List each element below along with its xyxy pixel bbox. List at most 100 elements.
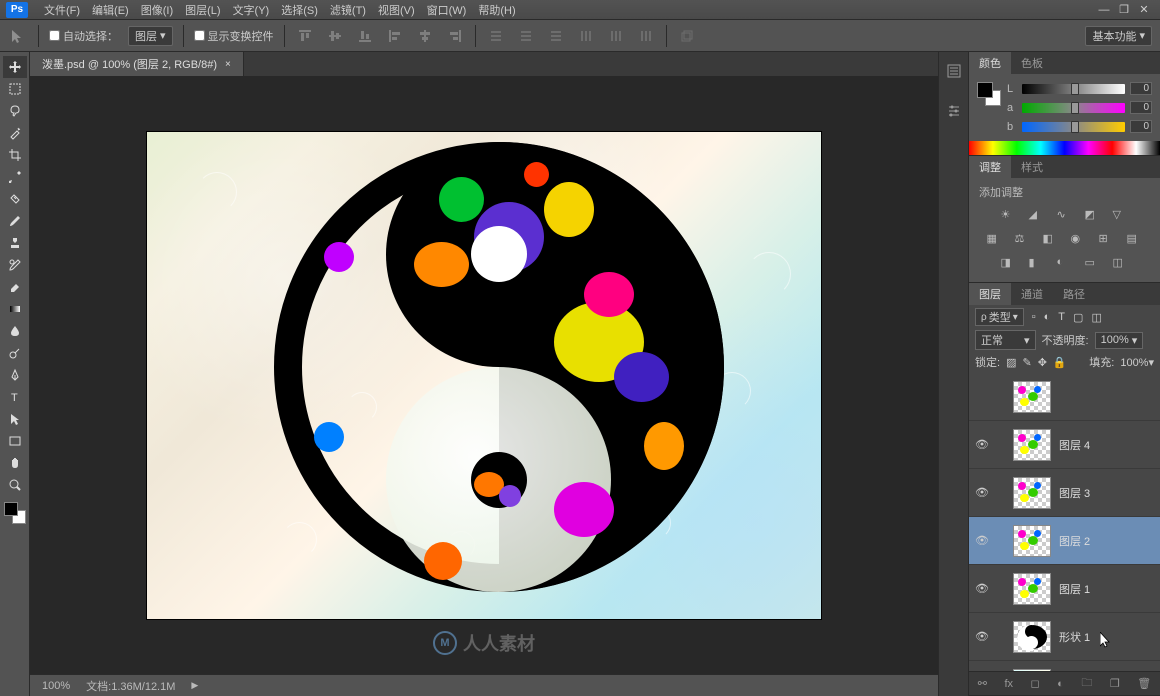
- menu-file[interactable]: 文件(F): [38, 0, 86, 20]
- color-tab[interactable]: 颜色: [969, 52, 1011, 74]
- adjustments-tab[interactable]: 调整: [969, 156, 1011, 178]
- layer-thumbnail[interactable]: [1013, 621, 1051, 653]
- channels-tab[interactable]: 通道: [1011, 283, 1053, 305]
- text-tool[interactable]: T: [3, 386, 27, 408]
- vibrance-icon[interactable]: ▽: [1113, 208, 1129, 224]
- layer-fx-icon[interactable]: fx: [1004, 678, 1013, 690]
- canvas-viewport[interactable]: M 人人素材: [30, 76, 938, 674]
- window-close-button[interactable]: ✕: [1134, 1, 1154, 18]
- eyedropper-tool[interactable]: [3, 166, 27, 188]
- wand-tool[interactable]: [3, 122, 27, 144]
- bw-icon[interactable]: ◧: [1043, 232, 1059, 248]
- menu-view[interactable]: 视图(V): [372, 0, 421, 20]
- history-panel-icon[interactable]: [943, 60, 965, 82]
- align-hcenter-icon[interactable]: [415, 26, 435, 46]
- new-layer-icon[interactable]: ❐: [1110, 677, 1120, 690]
- move-tool[interactable]: [3, 56, 27, 78]
- window-minimize-button[interactable]: —: [1094, 2, 1114, 18]
- properties-panel-icon[interactable]: [943, 100, 965, 122]
- distribute-bottom-icon[interactable]: [546, 26, 566, 46]
- styles-tab[interactable]: 样式: [1011, 156, 1053, 178]
- selective-color-icon[interactable]: ◫: [1113, 256, 1129, 272]
- layer-row[interactable]: 👁形状 1: [969, 613, 1160, 661]
- color-spectrum[interactable]: [969, 141, 1160, 155]
- layer-visibility-icon[interactable]: 👁: [973, 582, 991, 595]
- lock-all-icon[interactable]: 🔒: [1053, 356, 1067, 369]
- layer-filter-kind[interactable]: ρ 类型 ▾: [975, 308, 1024, 326]
- menu-image[interactable]: 图像(I): [135, 0, 179, 20]
- colorlookup-icon[interactable]: ▤: [1127, 232, 1143, 248]
- lock-transparency-icon[interactable]: ▨: [1006, 356, 1016, 369]
- distribute-left-icon[interactable]: [576, 26, 596, 46]
- align-right-icon[interactable]: [445, 26, 465, 46]
- lasso-tool[interactable]: [3, 100, 27, 122]
- filter-adjust-icon[interactable]: ◐: [1044, 311, 1051, 323]
- fill-input[interactable]: 100%▾: [1120, 356, 1154, 369]
- close-document-icon[interactable]: ×: [225, 59, 231, 70]
- blend-mode-dropdown[interactable]: 正常▾: [975, 330, 1036, 350]
- layer-row[interactable]: [969, 373, 1160, 421]
- distribute-v-icon[interactable]: [516, 26, 536, 46]
- link-layers-icon[interactable]: ⚯: [978, 677, 987, 690]
- menu-window[interactable]: 窗口(W): [421, 0, 473, 20]
- hand-tool[interactable]: [3, 452, 27, 474]
- layer-row[interactable]: 👁图层 2: [969, 517, 1160, 565]
- distribute-h-icon[interactable]: [606, 26, 626, 46]
- filter-smart-icon[interactable]: ◫: [1091, 311, 1101, 324]
- layer-thumbnail[interactable]: [1013, 381, 1051, 413]
- layer-visibility-icon[interactable]: 👁: [973, 534, 991, 547]
- align-top-icon[interactable]: [295, 26, 315, 46]
- channel-mixer-icon[interactable]: ⊞: [1099, 232, 1115, 248]
- auto-select-checkbox[interactable]: 自动选择：: [49, 28, 118, 44]
- delete-layer-icon[interactable]: 🗑: [1137, 677, 1151, 690]
- photo-filter-icon[interactable]: ◉: [1071, 232, 1087, 248]
- menu-edit[interactable]: 编辑(E): [86, 0, 135, 20]
- align-bottom-icon[interactable]: [355, 26, 375, 46]
- adjustment-layer-icon[interactable]: ◐: [1057, 678, 1064, 690]
- workspace-dropdown[interactable]: 基本功能▾: [1085, 26, 1152, 46]
- lab-b-slider[interactable]: b0: [1007, 120, 1152, 133]
- filter-pixel-icon[interactable]: ▫: [1032, 311, 1036, 323]
- dodge-tool[interactable]: [3, 342, 27, 364]
- healing-tool[interactable]: [3, 188, 27, 210]
- auto-select-dropdown[interactable]: 图层▾: [128, 26, 173, 46]
- layer-row[interactable]: 👁图层 4: [969, 421, 1160, 469]
- layer-thumbnail[interactable]: [1013, 573, 1051, 605]
- layers-tab[interactable]: 图层: [969, 283, 1011, 305]
- layer-group-icon[interactable]: 🗀: [1081, 674, 1092, 693]
- layer-name[interactable]: 图层 3: [1055, 485, 1138, 501]
- hue-icon[interactable]: ▦: [987, 232, 1003, 248]
- opacity-input[interactable]: 100%▾: [1095, 332, 1144, 349]
- layer-row[interactable]: 👁背景🔒: [969, 661, 1160, 671]
- distribute-right-icon[interactable]: [636, 26, 656, 46]
- gradient-tool[interactable]: [3, 298, 27, 320]
- layer-name[interactable]: 图层 1: [1055, 581, 1138, 597]
- lock-pixels-icon[interactable]: ✎: [1022, 356, 1031, 369]
- distribute-top-icon[interactable]: [486, 26, 506, 46]
- invert-icon[interactable]: ◨: [1001, 256, 1017, 272]
- lock-position-icon[interactable]: ✥: [1038, 356, 1047, 369]
- document-tab[interactable]: 泼墨.psd @ 100% (图层 2, RGB/8#) ×: [30, 52, 244, 76]
- layer-visibility-icon[interactable]: 👁: [973, 438, 991, 451]
- layer-thumbnail[interactable]: [1013, 477, 1051, 509]
- filter-shape-icon[interactable]: ▢: [1073, 311, 1083, 324]
- stamp-tool[interactable]: [3, 232, 27, 254]
- menu-filter[interactable]: 滤镜(T): [324, 0, 372, 20]
- color-balance-icon[interactable]: ⚖: [1015, 232, 1031, 248]
- lab-l-slider[interactable]: L0: [1007, 82, 1152, 95]
- color-panel-swatch[interactable]: [977, 82, 1001, 106]
- eraser-tool[interactable]: [3, 276, 27, 298]
- gradient-map-icon[interactable]: ▭: [1085, 256, 1101, 272]
- menu-layer[interactable]: 图层(L): [179, 0, 226, 20]
- color-swatch[interactable]: [4, 502, 26, 524]
- layer-row[interactable]: 👁 图层 1: [969, 565, 1160, 613]
- filter-text-icon[interactable]: T: [1058, 311, 1065, 323]
- levels-icon[interactable]: ◢: [1029, 208, 1045, 224]
- brightness-icon[interactable]: ☀: [1001, 208, 1017, 224]
- align-left-icon[interactable]: [385, 26, 405, 46]
- menu-help[interactable]: 帮助(H): [472, 0, 521, 20]
- blur-tool[interactable]: [3, 320, 27, 342]
- threshold-icon[interactable]: ◐: [1057, 256, 1073, 272]
- layer-name[interactable]: 形状 1: [1055, 629, 1138, 645]
- curves-icon[interactable]: ∿: [1057, 208, 1073, 224]
